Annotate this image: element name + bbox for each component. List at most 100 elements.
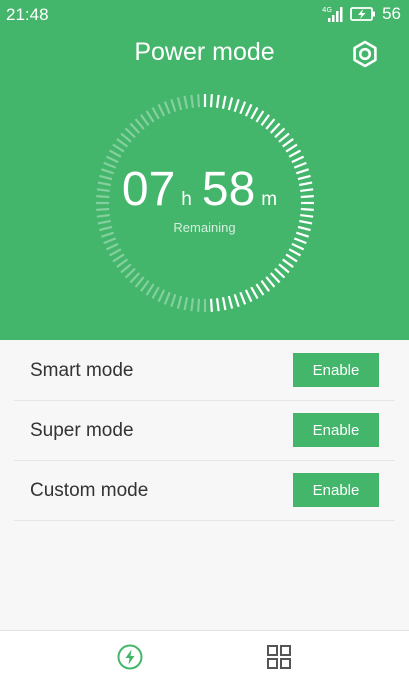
dial-tick: [282, 138, 294, 148]
dial-tick: [163, 291, 171, 305]
dial-tick: [145, 283, 155, 296]
dial-tick: [291, 242, 305, 251]
dial-tick: [183, 297, 189, 311]
remaining-caption: Remaining: [173, 220, 236, 235]
dial-tick: [278, 132, 290, 143]
dial-tick: [227, 295, 234, 309]
dial-tick: [129, 272, 141, 284]
dial-tick: [227, 97, 234, 111]
mode-row-smart: Smart mode Enable: [14, 341, 395, 401]
dial-tick: [221, 297, 227, 311]
dial-tick: [244, 103, 253, 117]
dial-tick: [103, 237, 117, 245]
dial-tick: [124, 267, 136, 279]
dial-tick: [288, 248, 302, 257]
bottom-nav: [0, 630, 409, 682]
dial-tick: [215, 94, 220, 108]
dial-tick: [116, 138, 128, 148]
dial-tick: [157, 289, 166, 303]
dial-tick: [293, 237, 307, 245]
dial-tick: [250, 286, 259, 300]
signal-icon: 4G: [322, 6, 343, 22]
dial-tick: [209, 94, 213, 108]
dial-tick: [116, 258, 128, 268]
dial-tick: [134, 118, 145, 130]
dial-tick: [197, 298, 201, 312]
dial-tick: [120, 132, 132, 143]
mode-list: Smart mode Enable Super mode Enable Cust…: [14, 341, 395, 521]
battery-charging-icon: [350, 7, 376, 21]
lightning-bolt-icon[interactable]: [116, 643, 144, 671]
dial-tick: [265, 276, 276, 288]
dial-tick: [112, 253, 125, 263]
dial-tick: [274, 267, 286, 279]
dial-tick: [190, 94, 195, 108]
dial-tick: [269, 272, 281, 284]
dial-tick: [209, 298, 213, 312]
enable-super-mode-button[interactable]: Enable: [293, 413, 379, 447]
dial-tick: [112, 143, 125, 153]
dial-tick: [239, 291, 247, 305]
grid-icon[interactable]: [265, 643, 293, 671]
dial-tick: [190, 298, 195, 312]
dial-tick: [233, 293, 240, 308]
minutes-unit: m: [261, 189, 278, 210]
dial-tick: [183, 95, 189, 109]
dial-tick: [260, 280, 270, 292]
status-bar: 21:48 4G 56: [0, 0, 409, 28]
dial-tick: [255, 110, 265, 123]
minutes-value: 58: [201, 163, 256, 216]
status-right: 4G 56: [322, 4, 401, 24]
network-label: 4G: [322, 6, 332, 14]
battery-percent: 56: [382, 4, 401, 23]
dial-tick: [151, 286, 160, 300]
dial-tick: [176, 295, 183, 309]
dial-tick: [215, 298, 220, 312]
page-title: Power mode: [134, 38, 275, 66]
dial-tick: [233, 98, 240, 113]
mode-label: Custom mode: [30, 480, 149, 501]
dial-tick: [260, 114, 270, 126]
dial-tick: [269, 122, 281, 134]
dial-tick: [176, 97, 183, 111]
gear-icon[interactable]: [351, 40, 379, 68]
dial-tick: [250, 106, 259, 120]
dial-tick: [124, 127, 136, 139]
dial-tick: [129, 122, 141, 134]
dial-tick: [244, 289, 253, 303]
enable-smart-mode-button[interactable]: Enable: [293, 353, 379, 387]
dial-tick: [278, 263, 290, 274]
status-time: 21:48: [6, 5, 49, 24]
dial-tick: [170, 293, 177, 308]
dial-tick: [265, 118, 276, 130]
dial-tick: [108, 248, 122, 257]
dial-tick: [285, 143, 298, 153]
mode-label: Smart mode: [30, 360, 134, 381]
hours-value: 07: [121, 163, 176, 216]
dial-tick: [255, 283, 265, 296]
mode-label: Super mode: [30, 420, 134, 441]
mode-row-custom: Custom mode Enable: [14, 461, 395, 521]
dial-tick: [282, 258, 294, 268]
dial-tick: [274, 127, 286, 139]
dial-tick: [151, 106, 160, 120]
enable-custom-mode-button[interactable]: Enable: [293, 473, 379, 507]
dial-tick: [105, 242, 119, 251]
dial-tick: [221, 95, 227, 109]
dial-tick: [239, 101, 247, 115]
dial-tick: [120, 263, 132, 274]
mode-row-super: Super mode Enable: [14, 401, 395, 461]
dial-tick: [288, 149, 302, 158]
dial-tick: [157, 103, 166, 117]
hours-unit: h: [181, 189, 192, 210]
dial-tick: [145, 110, 155, 123]
dial-tick: [170, 98, 177, 113]
header-panel: 21:48 4G 56 Power mode 07 h 58 m Remaining: [0, 0, 409, 340]
dial-tick: [134, 276, 145, 288]
time-remaining: 07 h 58 m: [0, 162, 409, 217]
dial-tick: [108, 149, 122, 158]
dial-tick: [285, 253, 298, 263]
dial-tick: [140, 114, 150, 126]
dial-tick: [163, 101, 171, 115]
dial-tick: [140, 280, 150, 292]
